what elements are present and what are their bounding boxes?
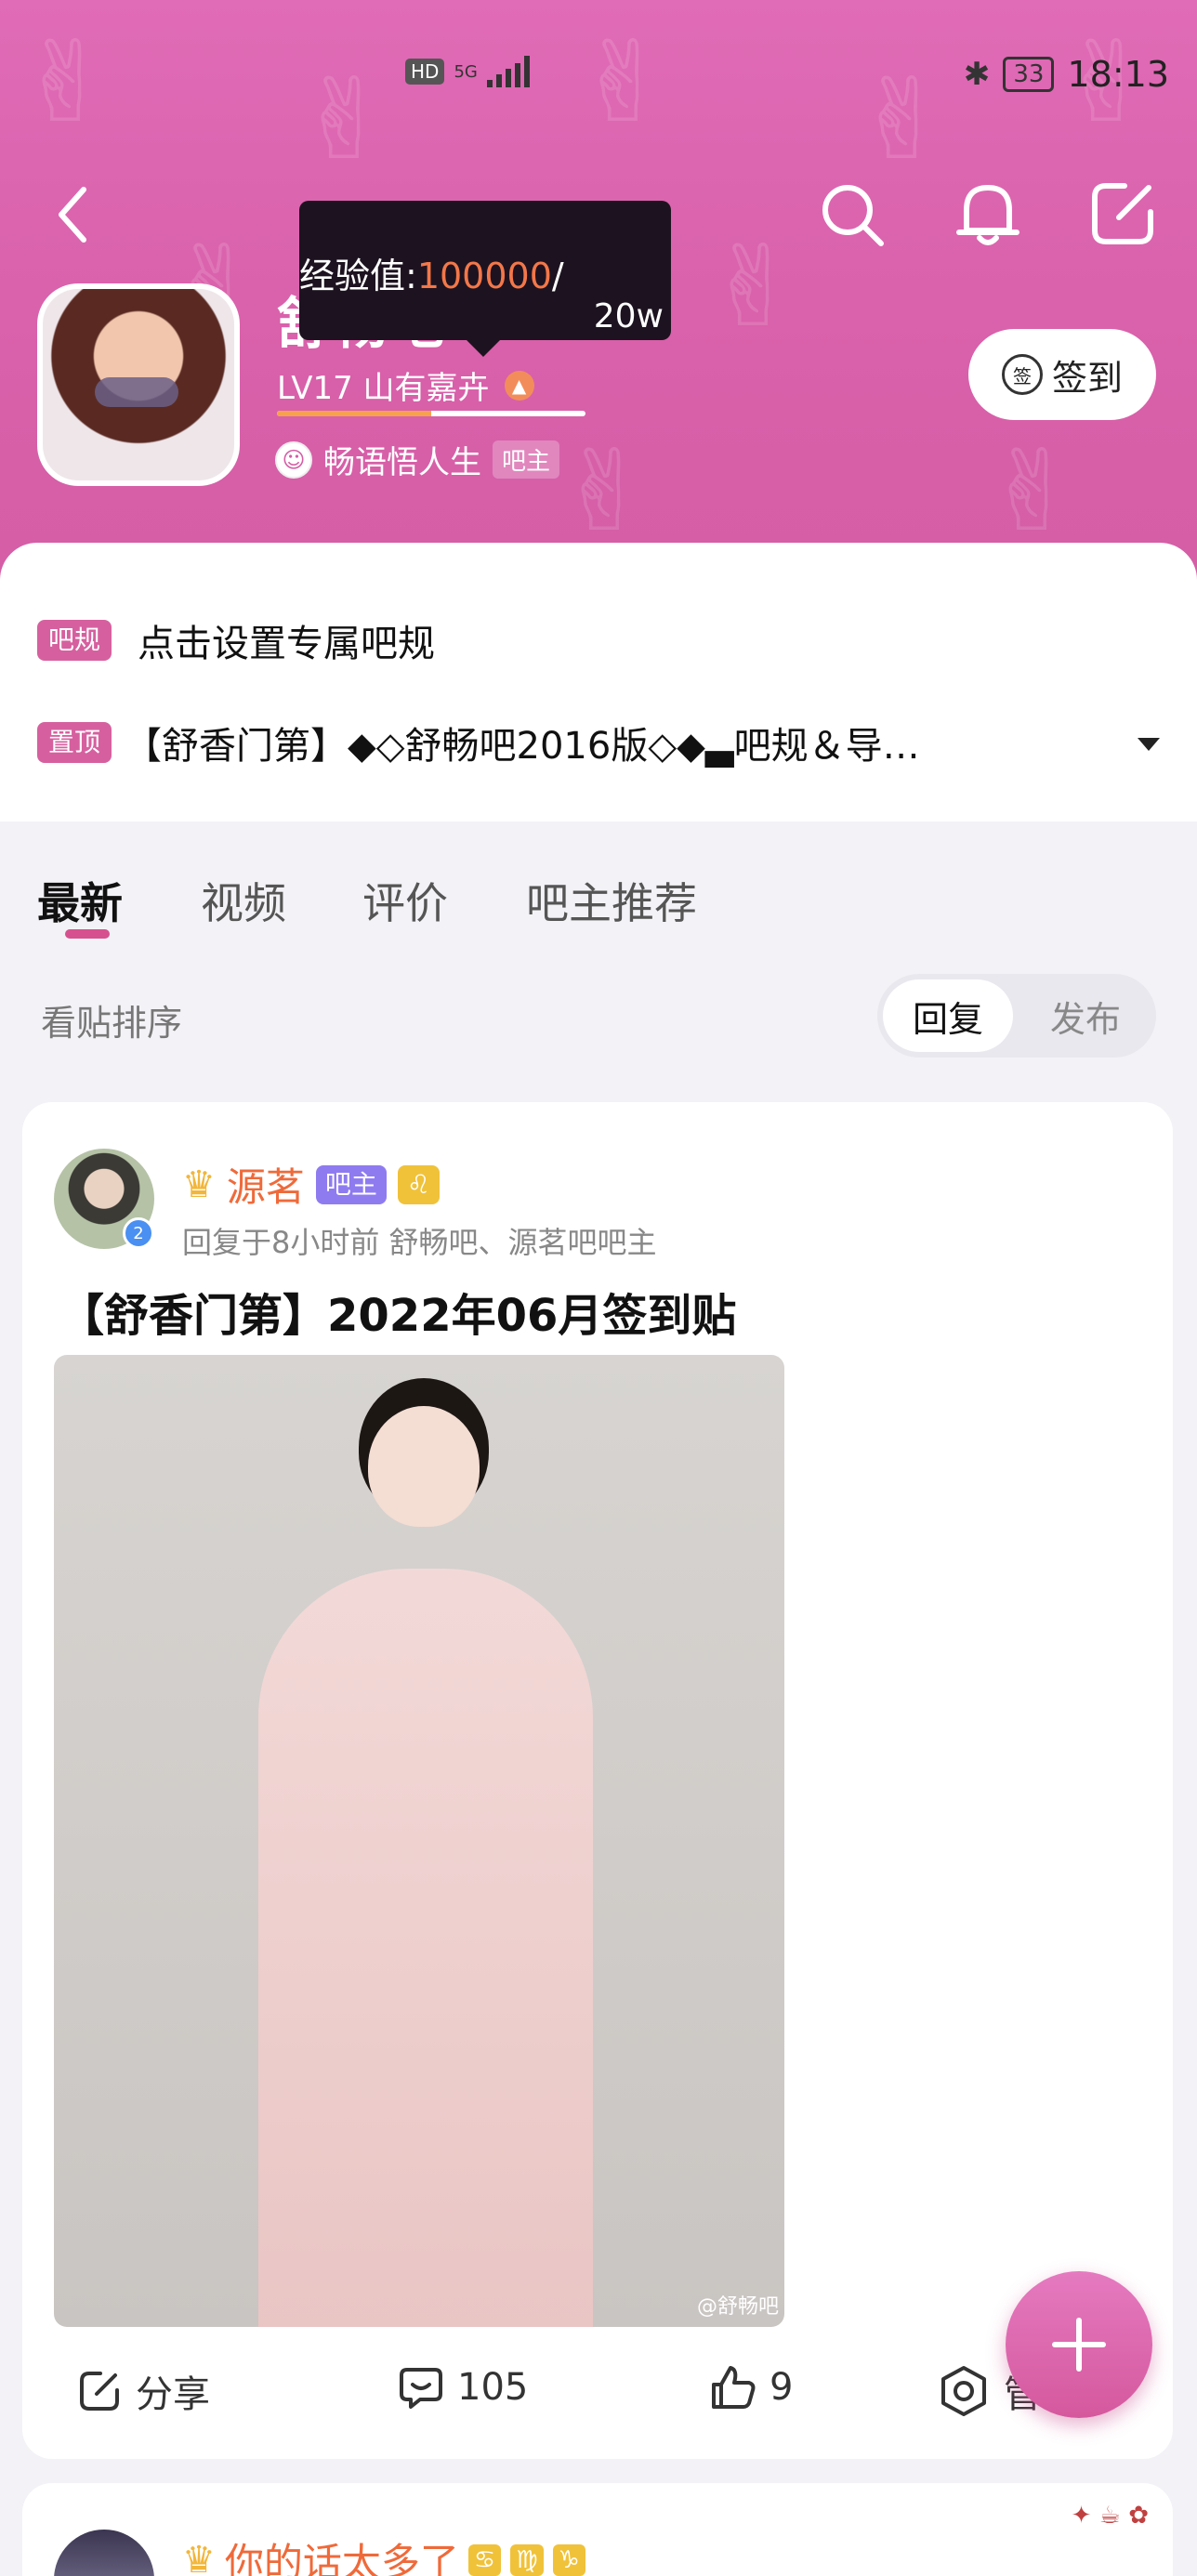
tooltip-separator: / <box>551 256 564 296</box>
bell-icon[interactable] <box>954 178 1022 251</box>
sign-in-button[interactable]: 签 签到 <box>968 329 1156 420</box>
author-name[interactable]: 源茗 <box>227 1156 305 1213</box>
sort-by-publish[interactable]: 发布 <box>1020 979 1151 1052</box>
like-button[interactable]: 9 <box>710 2364 793 2411</box>
image-watermark: @舒畅吧 <box>696 2295 779 2319</box>
forum-rules-row[interactable]: 吧规 点击设置专属吧规 <box>37 613 435 667</box>
sort-row: 看贴排序 回复 发布 <box>0 966 1197 1069</box>
owner-badge: 吧主 <box>493 440 560 479</box>
hd-badge: HD <box>405 59 445 85</box>
author-name[interactable]: 你的话太多了 <box>225 2531 459 2576</box>
zodiac-badge: ♌ <box>397 1164 440 1204</box>
network-type: 5G <box>454 61 478 82</box>
pinned-text: 【舒香门第】◆◇舒畅吧2016版◇◆▃吧规＆导… <box>125 725 920 768</box>
create-post-button[interactable] <box>1006 2271 1152 2418</box>
level-label: LV17 山有嘉卉 <box>277 370 490 407</box>
pinned-tag: 置顶 <box>37 722 112 763</box>
sign-in-label: 签到 <box>1051 357 1123 399</box>
owner-name: 畅语悟人生 <box>323 444 481 481</box>
status-bar: HD 5G ✱ 33 18:13 <box>0 37 1197 112</box>
zodiac-badge: ♑ <box>552 2543 585 2576</box>
tooltip-value: 100000 <box>416 256 552 296</box>
verify-badge: 2 <box>123 1217 154 1249</box>
expand-caret-icon[interactable] <box>1138 738 1160 751</box>
battery-indicator: 33 <box>1003 57 1055 92</box>
back-icon[interactable] <box>54 184 91 245</box>
signal-icon <box>486 56 530 87</box>
post-card[interactable]: 2 ♛ 源茗 吧主 ♌ 回复于8小时前 舒畅吧、源茗吧吧主 【舒香门第】2022… <box>22 1102 1173 2459</box>
sort-label: 看贴排序 <box>41 1003 183 1044</box>
edit-icon[interactable] <box>1087 178 1158 249</box>
zodiac-badge: ♍ <box>510 2543 544 2576</box>
crown-icon: ♛ <box>182 2538 216 2576</box>
bg-pattern-icon: ✌ <box>558 427 651 557</box>
author-avatar[interactable] <box>54 2530 154 2576</box>
forum-level[interactable]: LV17 山有嘉卉 ▲ <box>277 362 534 408</box>
post-image[interactable]: @舒畅吧 <box>54 1355 784 2327</box>
xp-progress-fill <box>277 411 431 416</box>
post-meta: 回复于8小时前 舒畅吧、源茗吧吧主 <box>182 1225 657 1260</box>
forum-avatar[interactable] <box>37 283 240 486</box>
role-badge: 吧主 <box>315 1164 387 1204</box>
decoration-sticker: ✦ ☕ ✿ <box>1071 2502 1149 2530</box>
xp-progress-bar <box>277 411 585 416</box>
rules-card: 吧规 点击设置专属吧规 置顶 【舒香门第】◆◇舒畅吧2016版◇◆▃吧规＆导… <box>0 543 1197 821</box>
rocket-icon: ▲ <box>504 370 534 401</box>
comment-icon <box>400 2368 442 2409</box>
tooltip-total: 20w <box>593 297 664 335</box>
share-button[interactable]: 分享 <box>76 2364 210 2418</box>
pinned-post-row[interactable]: 置顶 【舒香门第】◆◇舒畅吧2016版◇◆▃吧规＆导… <box>37 716 920 769</box>
tab-video[interactable]: 视频 <box>201 870 286 931</box>
sort-toggle: 回复 发布 <box>877 974 1156 1058</box>
app-root: ✌ ✌ ✌ ✌ ✌ ✌ ✌ ✌ ✌ HD 5G ✱ 33 18:13 <box>0 0 1197 2576</box>
plus-icon <box>1052 2318 1106 2372</box>
bg-pattern-icon: ✌ <box>985 427 1079 557</box>
bluetooth-icon: ✱ <box>963 56 991 93</box>
post-title[interactable]: 【舒香门第】2022年06月签到贴 <box>59 1279 736 1344</box>
post-card[interactable]: ♛ 你的话太多了 ♋ ♍ ♑ ✦ ☕ ✿ <box>22 2483 1173 2576</box>
post-actions: 分享 105 9 管 <box>22 2347 1173 2440</box>
active-tab-indicator <box>65 929 110 939</box>
comment-count: 105 <box>457 2366 529 2409</box>
owner-avatar: ☺ <box>275 440 312 479</box>
clock: 18:13 <box>1067 54 1169 95</box>
zodiac-badge: ♋ <box>467 2543 502 2576</box>
share-icon <box>80 2372 119 2411</box>
feed-tabs: 最新 视频 评价 吧主推荐 <box>0 823 1197 953</box>
tab-review[interactable]: 评价 <box>362 870 448 931</box>
tooltip-label: 经验值: <box>299 256 417 296</box>
search-icon[interactable] <box>818 180 887 249</box>
xp-tooltip: 经验值:100000/ 20w <box>299 201 671 357</box>
tab-latest[interactable]: 最新 <box>37 870 123 931</box>
thumbs-up-icon <box>712 2366 756 2409</box>
sort-by-reply[interactable]: 回复 <box>883 979 1013 1052</box>
forum-header: ✌ ✌ ✌ ✌ ✌ ✌ ✌ ✌ ✌ HD 5G ✱ 33 18:13 <box>0 0 1197 595</box>
like-count: 9 <box>770 2366 794 2409</box>
forum-owner[interactable]: ☺ 畅语悟人生 吧主 <box>275 437 560 482</box>
comment-button[interactable]: 105 <box>398 2364 528 2411</box>
share-label: 分享 <box>136 2373 210 2416</box>
crown-icon: ♛ <box>182 1163 216 1206</box>
rules-text: 点击设置专属吧规 <box>138 623 436 665</box>
settings-icon <box>941 2366 986 2416</box>
rules-tag: 吧规 <box>37 620 112 661</box>
tab-owner-picks[interactable]: 吧主推荐 <box>526 870 697 931</box>
sign-in-icon: 签 <box>1001 354 1043 395</box>
